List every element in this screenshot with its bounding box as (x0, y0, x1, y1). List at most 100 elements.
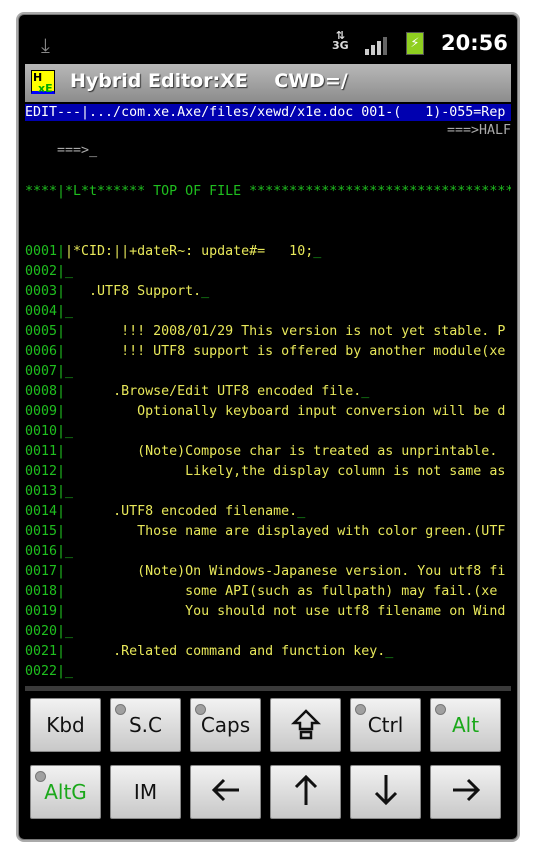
editor-line[interactable]: 0005| !!! 2008/01/29 This version is not… (25, 322, 511, 342)
line-text: .Related command and function key. (65, 644, 386, 659)
line-end-marker: _ (65, 364, 74, 379)
editor-line[interactable]: 0015| Those name are displayed with colo… (25, 522, 511, 542)
line-number: 0021| (25, 644, 66, 659)
editor-line[interactable]: 0016|_ (25, 542, 511, 562)
line-number: 0001| (25, 244, 66, 259)
editor-line[interactable]: 0006| !!! UTF8 support is offered by ano… (25, 342, 511, 362)
line-text: (Note)On Windows-Japanese version. You u… (65, 564, 506, 579)
download-icon: ⤓ (41, 33, 50, 57)
shift-lock-icon (289, 706, 323, 745)
line-end-marker: _ (65, 624, 74, 639)
line-number: 0010| (25, 424, 66, 439)
line-number: 0003| (25, 284, 66, 299)
toggle-indicator-led (355, 704, 366, 715)
line-text: (Note)Compose char is treated as unprint… (65, 444, 498, 459)
arrow-down-icon (369, 773, 403, 812)
arrow-left-key[interactable] (190, 765, 261, 819)
line-number: 0002| (25, 264, 66, 279)
line-number: 0009| (25, 404, 66, 419)
line-number: 0013| (25, 484, 66, 499)
app-logo: HxE (31, 70, 55, 94)
alt-key[interactable]: Alt (430, 698, 501, 752)
line-number: 0008| (25, 384, 66, 399)
line-text: !!! 2008/01/29 This version is not yet s… (65, 324, 506, 339)
line-end-marker: _ (65, 424, 74, 439)
ctrl-key[interactable]: Ctrl (350, 698, 421, 752)
editor-line[interactable]: 0012| Likely,the display column is not s… (25, 462, 511, 482)
line-number: 0022| (25, 664, 66, 679)
arrow-down-key[interactable] (350, 765, 421, 819)
toggle-indicator-led (35, 771, 46, 782)
command-line[interactable]: ===>_ ===>HALF (25, 121, 511, 158)
line-number: 0018| (25, 584, 66, 599)
line-number: 0012| (25, 464, 66, 479)
line-end-marker: _ (297, 504, 306, 519)
line-text: .Browse/Edit UTF8 encoded file. (65, 384, 362, 399)
line-number: 0014| (25, 504, 66, 519)
editor-line[interactable]: 0011| (Note)Compose char is treated as u… (25, 442, 511, 462)
caps-key[interactable]: Caps (190, 698, 261, 752)
shift-lock-key[interactable] (270, 698, 341, 752)
line-number: 0011| (25, 444, 66, 459)
line-text: !!! UTF8 support is offered by another m… (65, 344, 506, 359)
line-number: 0005| (25, 324, 66, 339)
im-key[interactable]: IM (110, 765, 181, 819)
line-number: 0017| (25, 564, 66, 579)
line-end-marker: _ (361, 384, 370, 399)
line-end-marker: _ (201, 284, 210, 299)
app-title: Hybrid Editor:XE CWD=/ (70, 70, 348, 92)
editor-line[interactable]: 0021| .Related command and function key.… (25, 642, 511, 662)
title-bar: HxE Hybrid Editor:XE CWD=/ (25, 64, 511, 102)
line-end-marker: _ (65, 664, 74, 679)
editor-line[interactable]: 0002|_ (25, 262, 511, 282)
editor-line[interactable]: 0008| .Browse/Edit UTF8 encoded file._ (25, 382, 511, 402)
editor-line[interactable]: 0009| Optionally keyboard input conversi… (25, 402, 511, 422)
scroll-mode: ===>HALF (446, 123, 511, 138)
line-text: .UTF8 encoded filename. (65, 504, 298, 519)
sc-key[interactable]: S.C (110, 698, 181, 752)
horizontal-scrollbar[interactable] (25, 686, 511, 691)
toggle-indicator-led (435, 704, 446, 715)
line-end-marker: _ (385, 644, 394, 659)
editor-line[interactable]: 0013|_ (25, 482, 511, 502)
editor-line[interactable]: 0010|_ (25, 422, 511, 442)
kbd-key[interactable]: Kbd (30, 698, 101, 752)
key-label: S.C (128, 713, 163, 737)
line-text: |*CID:||+dateR~: update#= 10; (65, 244, 314, 259)
line-end-marker: _ (65, 304, 74, 319)
arrow-up-key[interactable] (270, 765, 341, 819)
editor-line[interactable]: 0017| (Note)On Windows-Japanese version.… (25, 562, 511, 582)
line-text: Likely,the display column is not same as (65, 464, 506, 479)
3g-data-icon: ⇅ 3G (332, 29, 349, 52)
editor-area[interactable]: ****|*L*t****** TOP OF FILE ************… (25, 142, 511, 682)
editor-line[interactable]: 0019| You should not use utf8 filename o… (25, 602, 511, 622)
top-of-file-marker: ****|*L*t****** TOP OF FILE ************… (25, 184, 511, 199)
editor-line[interactable]: 0001||*CID:||+dateR~: update#= 10;_ (25, 242, 511, 262)
key-label: AltG (44, 780, 87, 804)
arrow-left-icon (209, 773, 243, 812)
line-number: 0004| (25, 304, 66, 319)
status-bar: ⤓ ⇅ 3G ⚡ 20:56 (19, 15, 517, 63)
editor-line[interactable]: 0007|_ (25, 362, 511, 382)
line-number: 0019| (25, 604, 66, 619)
line-text: Optionally keyboard input conversion wil… (65, 404, 506, 419)
line-text: .UTF8 Support. (65, 284, 202, 299)
arrow-right-key[interactable] (430, 765, 501, 819)
editor-line[interactable]: 0014| .UTF8 encoded filename._ (25, 502, 511, 522)
toggle-indicator-led (115, 704, 126, 715)
line-end-marker: _ (65, 264, 74, 279)
line-text: You should not use utf8 filename on Wind (65, 604, 506, 619)
editor-line[interactable]: 0022|_ (25, 662, 511, 682)
altg-key[interactable]: AltG (30, 765, 101, 819)
editor-line[interactable]: 0018| some API(such as fullpath) may fai… (25, 582, 511, 602)
editor-line[interactable]: 0003| .UTF8 Support._ (25, 282, 511, 302)
line-end-marker: _ (313, 244, 322, 259)
device-frame: ⤓ ⇅ 3G ⚡ 20:56 HxE Hybrid Editor:XE CWD=/… (18, 14, 518, 840)
key-label: Kbd (46, 713, 85, 737)
line-number: 0016| (25, 544, 66, 559)
file-info-bar: EDIT---|.../com.xe.Axe/files/xewd/x1e.do… (25, 104, 511, 121)
battery-charging-icon: ⚡ (406, 32, 424, 55)
key-label: Caps (200, 713, 251, 737)
editor-line[interactable]: 0020|_ (25, 622, 511, 642)
editor-line[interactable]: 0004|_ (25, 302, 511, 322)
